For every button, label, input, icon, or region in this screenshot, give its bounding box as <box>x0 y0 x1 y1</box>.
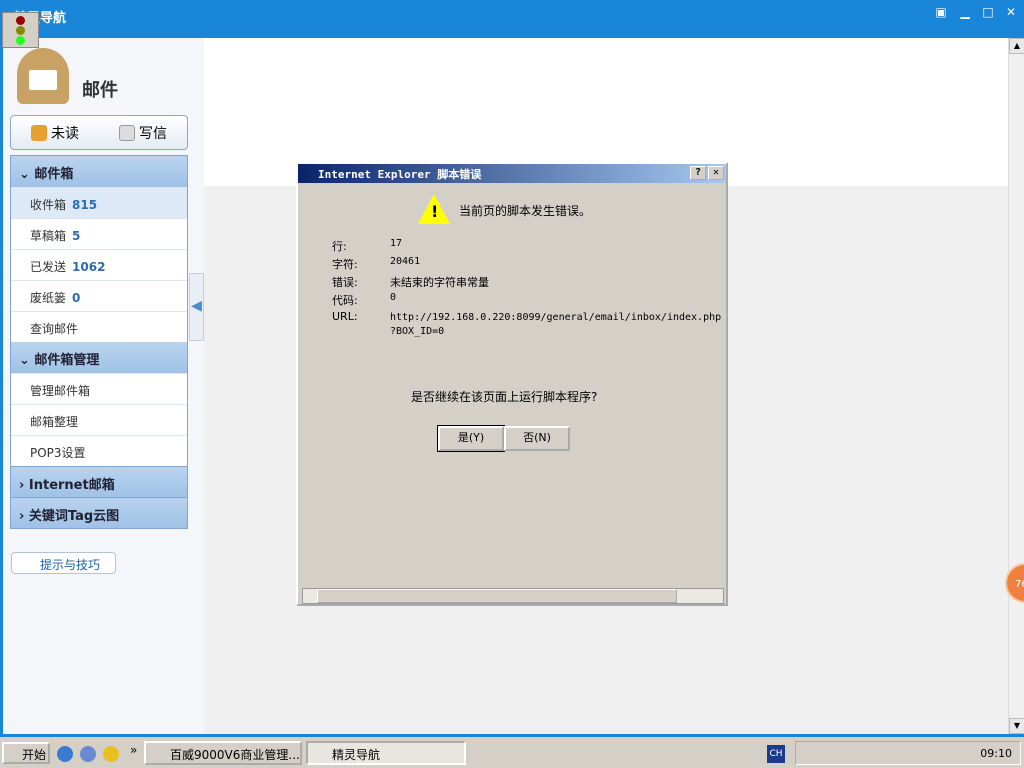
vertical-scrollbar[interactable]: ▲ ▼ <box>1008 38 1024 734</box>
panel-header[interactable]: ⌄ 邮件箱 <box>11 156 187 187</box>
sidebar-item-search[interactable]: 查询邮件 <box>11 311 187 342</box>
start-button[interactable]: 开始 <box>2 742 50 764</box>
page-title: 邮件 <box>82 80 118 101</box>
field-url: URL: http://192.168.0.220:8099/general/em… <box>332 310 722 337</box>
field-error: 错误: 未结束的字符串常量 <box>332 276 489 289</box>
unread-button[interactable]: 未读 <box>31 123 79 143</box>
task-jingling[interactable]: 精灵导航 <box>306 741 466 765</box>
quicklaunch-icon[interactable] <box>80 746 96 762</box>
mailbox-icon <box>17 48 69 104</box>
panel-header[interactable]: › Internet邮箱 <box>11 466 187 497</box>
horizontal-scrollbar[interactable] <box>302 588 724 604</box>
field-code: 代码: 0 <box>332 292 397 307</box>
scroll-down-icon[interactable]: ▼ <box>1009 718 1024 734</box>
sidebar-item-pop3[interactable]: POP3设置 <box>11 435 187 466</box>
compose-button[interactable]: 写信 <box>119 123 167 143</box>
sidebar-item-manage[interactable]: 管理邮件箱 <box>11 373 187 404</box>
minimize-button[interactable]: ▁ <box>955 5 975 19</box>
title-bar: 精灵导航 ▣ ▁ □ ✕ <box>0 0 1024 38</box>
dialog-close-button[interactable]: ✕ <box>708 166 724 180</box>
collapse-sidebar-button[interactable]: ◀ <box>189 273 204 341</box>
clock: 09:10 <box>980 747 1012 760</box>
close-button[interactable]: ✕ <box>1001 5 1021 19</box>
maximize-button[interactable]: □ <box>978 5 998 19</box>
unread-icon <box>31 124 47 141</box>
field-char: 字符: 20461 <box>332 256 421 271</box>
script-error-dialog: Internet Explorer 脚本错误 ? ✕ ! 当前页的脚本发生错误。… <box>296 162 728 606</box>
sidebar-item-trash[interactable]: 废纸篓 0 <box>11 280 187 311</box>
task-bw9000[interactable]: 百威9000V6商业管理... <box>144 741 302 765</box>
traffic-light-icon[interactable] <box>2 12 39 48</box>
ie-icon[interactable] <box>57 746 73 762</box>
scroll-thumb[interactable] <box>317 589 677 603</box>
field-line: 行: 17 <box>332 238 403 253</box>
dialog-titlebar: Internet Explorer 脚本错误 ? ✕ <box>298 164 726 183</box>
mail-actions: 未读 写信 <box>10 115 188 150</box>
language-indicator[interactable]: CH <box>767 745 785 763</box>
system-tray: 09:10 <box>795 741 1021 765</box>
taskbar: 开始 » 百威9000V6商业管理... 精灵导航 CH 09:10 <box>0 734 1024 768</box>
help-button[interactable]: ? <box>690 166 706 180</box>
more-icon[interactable]: » <box>130 743 137 757</box>
continue-question: 是否继续在该页面上运行脚本程序? <box>411 390 598 404</box>
scroll-up-icon[interactable]: ▲ <box>1009 38 1024 54</box>
quicklaunch-icon[interactable] <box>103 746 119 762</box>
no-button[interactable]: 否(N) <box>504 426 570 451</box>
panel-mailboxes: ⌄ 邮件箱 收件箱 815 草稿箱 5 已发送 1062 废纸篓 0 查询邮件 ⌄ 邮件… <box>10 155 188 529</box>
sidebar-item-sent[interactable]: 已发送 1062 <box>11 249 187 280</box>
panel-header[interactable]: ⌄ 邮件箱管理 <box>11 342 187 373</box>
error-message: 当前页的脚本发生错误。 <box>459 204 592 218</box>
sidebar-item-drafts[interactable]: 草稿箱 5 <box>11 218 187 249</box>
sidebar-item-organize[interactable]: 邮箱整理 <box>11 404 187 435</box>
panel-header[interactable]: › 关键词Tag云图 <box>11 497 187 528</box>
sidebar-item-inbox[interactable]: 收件箱 815 <box>11 187 187 218</box>
restore-alt-button[interactable]: ▣ <box>931 5 951 19</box>
warning-icon: ! <box>418 194 450 224</box>
pencil-icon <box>119 124 135 141</box>
yes-button[interactable]: 是(Y) <box>437 425 505 452</box>
tips-button[interactable]: 提示与技巧 <box>11 552 116 574</box>
